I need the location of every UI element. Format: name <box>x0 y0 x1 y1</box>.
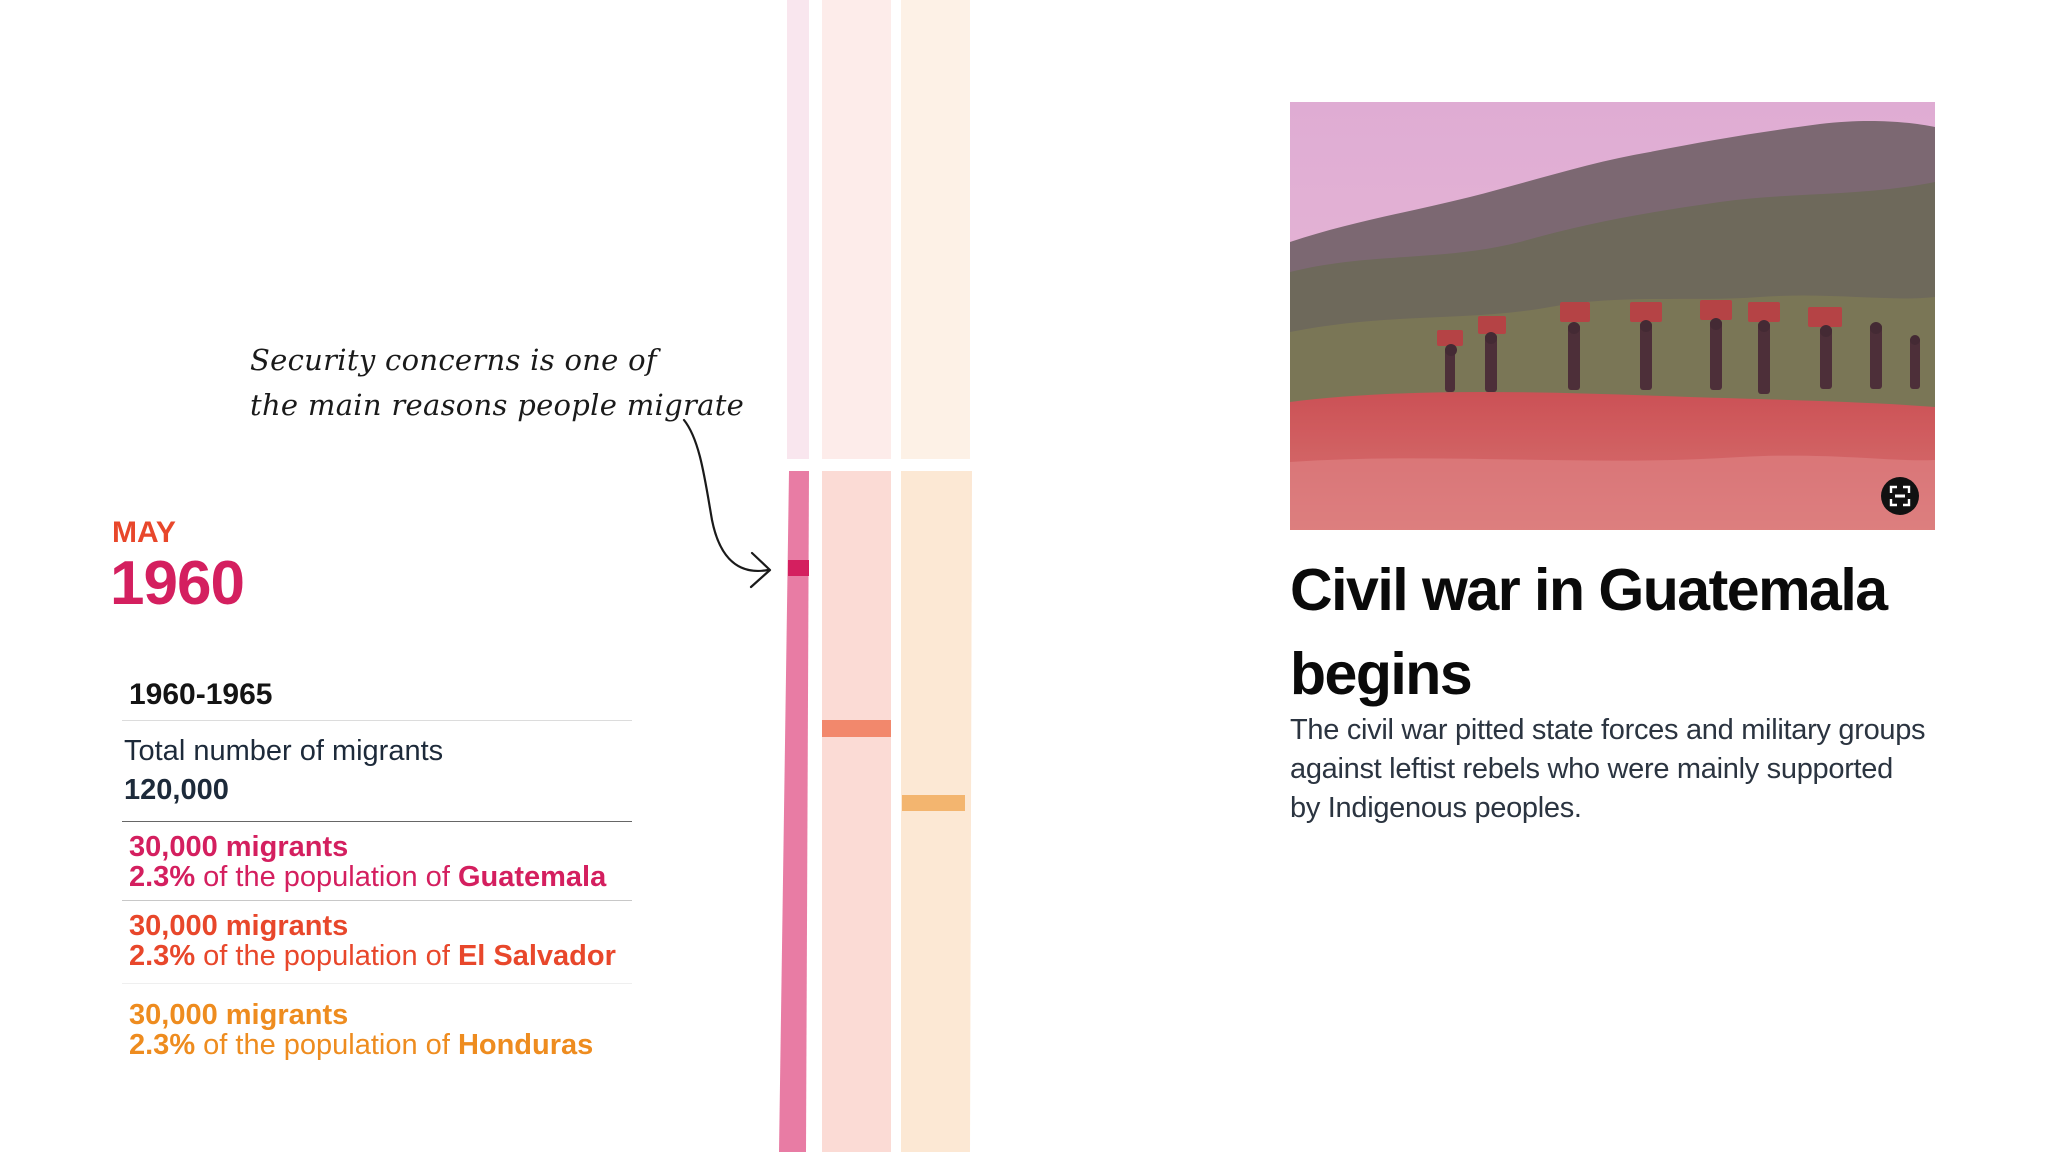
country-stat-guatemala: 30,000 migrants 2.3% of the population o… <box>122 822 632 901</box>
country-stat-el-salvador: 30,000 migrants 2.3% of the population o… <box>122 901 632 984</box>
country-name: Guatemala <box>457 861 607 893</box>
population-share: 2.3% of the population of Guatemala <box>129 862 632 892</box>
headline-line-2: begins <box>1290 641 1473 707</box>
population-share: 2.3% of the population of El Salvador <box>129 941 632 971</box>
photo-scene <box>1290 102 1935 530</box>
story-body: The civil war pitted state forces and mi… <box>1290 714 1926 824</box>
bar-el-salvador-lower <box>822 471 891 1152</box>
population-share: 2.3% of the population of Honduras <box>129 1030 632 1060</box>
expand-icon <box>1889 485 1911 507</box>
bar-honduras-lower <box>901 471 972 1152</box>
total-migrants-value: 120,000 <box>122 768 632 822</box>
country-stat-honduras: 30,000 migrants 2.3% of the population o… <box>122 984 632 1068</box>
date-year: 1960 <box>110 549 245 618</box>
bar-guatemala-upper <box>787 0 809 459</box>
population-text: of the population of <box>203 940 450 972</box>
migrants-count: 30,000 migrants <box>129 831 349 863</box>
country-name: El Salvador <box>457 940 616 972</box>
migrants-count: 30,000 migrants <box>129 910 349 942</box>
bar-el-salvador-upper <box>822 0 891 459</box>
total-migrants-label: Total number of migrants <box>124 735 444 767</box>
annotation-note: Security concerns is one of the main rea… <box>250 338 745 428</box>
period-label: 1960-1965 <box>122 672 632 721</box>
population-percent: 2.3% <box>129 861 196 893</box>
population-percent: 2.3% <box>129 940 196 972</box>
annotation-line-1: Security concerns is one of <box>250 343 657 377</box>
migrants-count: 30,000 migrants <box>129 999 349 1031</box>
story-slide: Security concerns is one of the main rea… <box>0 0 2048 1152</box>
headline-line-1: Civil war in Guatemala <box>1290 557 1888 623</box>
population-text: of the population of <box>203 861 450 893</box>
population-text: of the population of <box>203 1029 450 1061</box>
annotation-line-2: the main reasons people migrate <box>250 388 745 422</box>
expand-photo-button[interactable] <box>1881 477 1919 515</box>
migration-stats: 1960-1965 Total number of migrants 120,0… <box>122 672 632 1068</box>
date-month: MAY <box>112 516 176 549</box>
population-percent: 2.3% <box>129 1029 196 1061</box>
country-name: Honduras <box>457 1029 594 1061</box>
story-headline: Civil war in Guatemala begins <box>1290 548 1990 716</box>
bar-honduras-upper <box>901 0 970 459</box>
bar-guatemala-marker <box>788 560 809 576</box>
story-photo[interactable] <box>1290 102 1935 530</box>
bar-honduras-marker <box>902 795 965 811</box>
bar-el-salvador-marker <box>822 720 891 737</box>
